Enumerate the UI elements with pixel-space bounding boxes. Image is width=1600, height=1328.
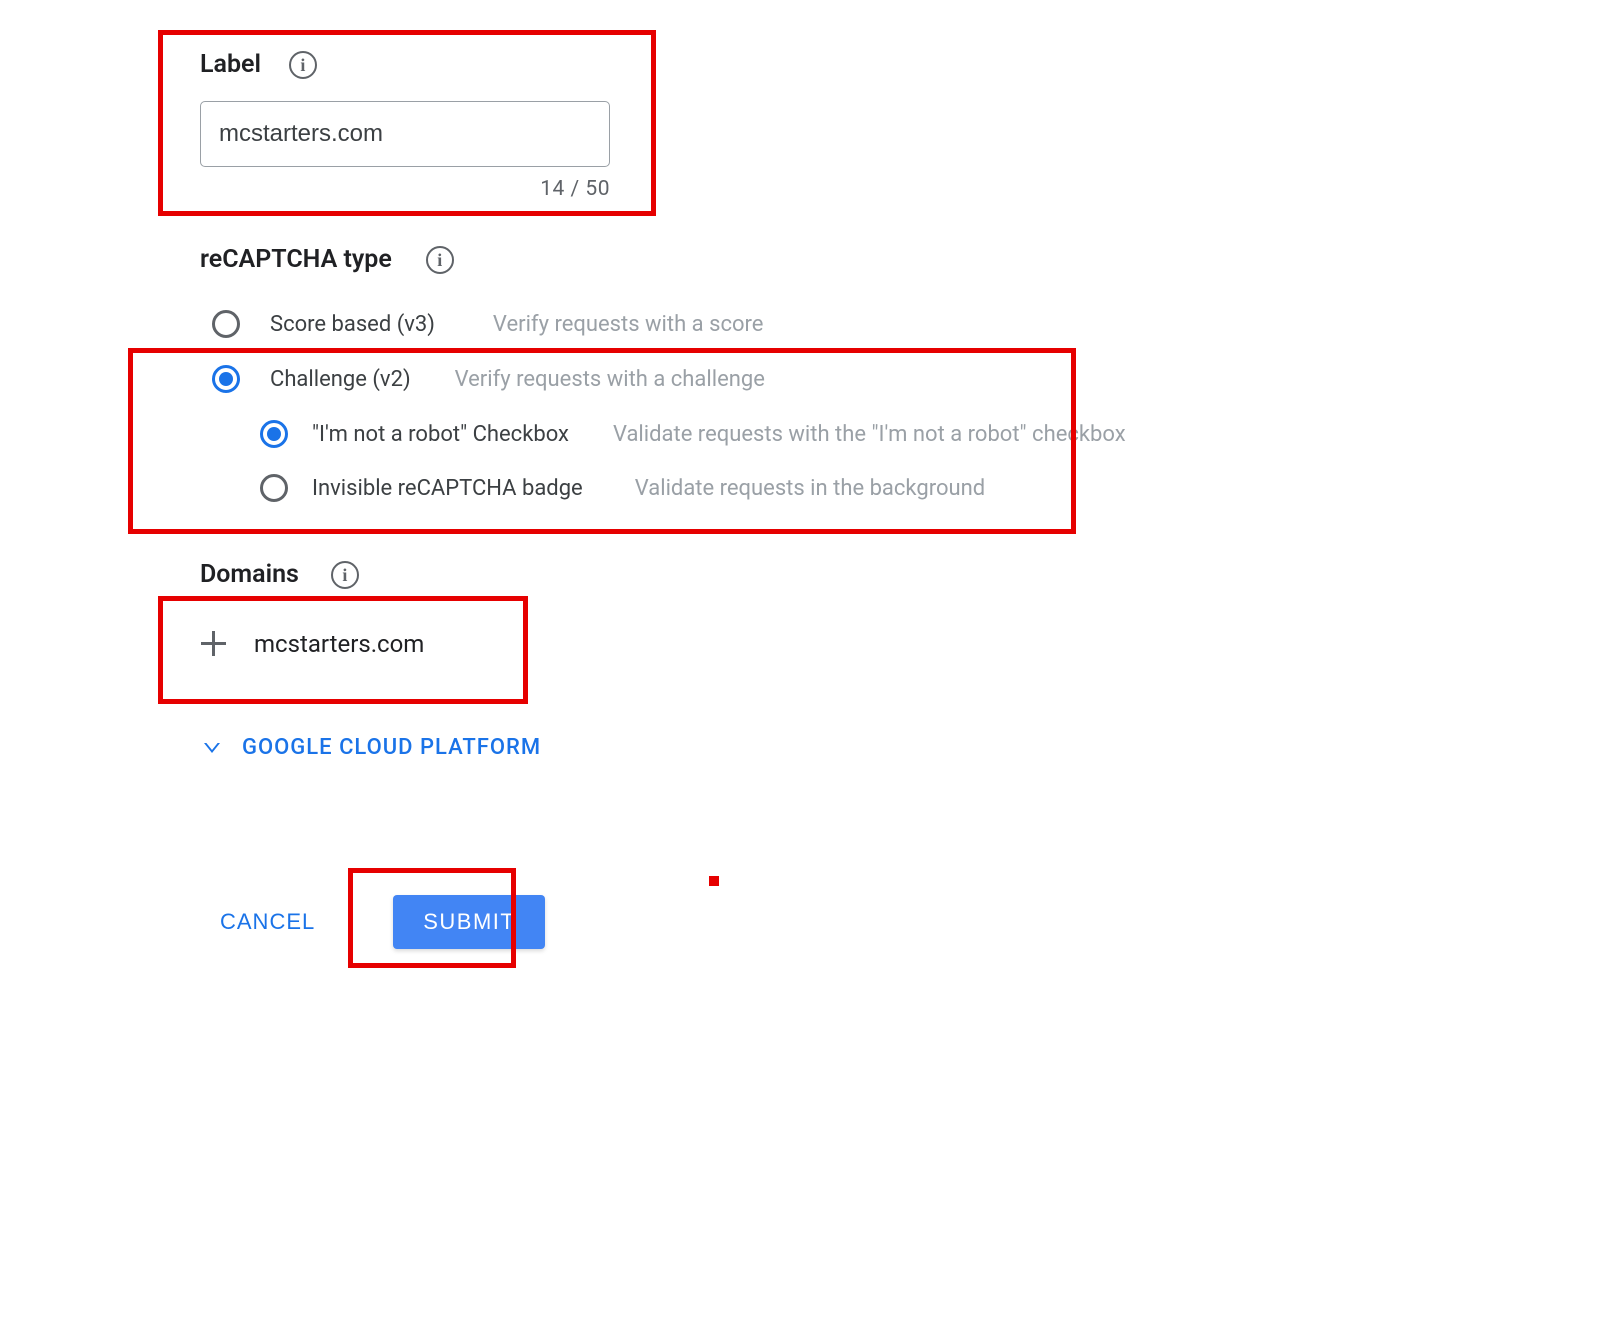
radio-icon xyxy=(212,365,240,393)
label-heading: Label xyxy=(200,50,261,79)
radio-desc: Verify requests with a score xyxy=(493,312,764,337)
recaptcha-register-form: Label 14 / 50 reCAPTCHA type Score based… xyxy=(0,0,1600,1328)
form-actions: CANCEL SUBMIT xyxy=(220,895,545,949)
info-icon[interactable] xyxy=(426,246,454,274)
recaptcha-type-heading: reCAPTCHA type xyxy=(200,245,392,274)
cancel-button[interactable]: CANCEL xyxy=(220,909,315,935)
plus-icon xyxy=(200,630,228,658)
submit-button[interactable]: SUBMIT xyxy=(393,895,545,949)
radio-desc: Validate requests in the background xyxy=(635,476,985,501)
radio-label: Challenge (v2) xyxy=(270,367,411,392)
radio-icon xyxy=(260,420,288,448)
radio-icon xyxy=(212,310,240,338)
annotation-highlight xyxy=(709,876,719,886)
recaptcha-type-section: reCAPTCHA type xyxy=(200,245,454,274)
radio-suboption-checkbox[interactable]: "I'm not a robot" Checkbox Validate requ… xyxy=(260,420,1126,448)
radio-option-score-v3[interactable]: Score based (v3) Verify requests with a … xyxy=(212,310,763,338)
gcp-expander[interactable]: GOOGLE CLOUD PLATFORM xyxy=(204,735,541,760)
info-icon[interactable] xyxy=(289,51,317,79)
radio-suboption-invisible[interactable]: Invisible reCAPTCHA badge Validate reque… xyxy=(260,474,985,502)
domains-heading: Domains xyxy=(200,560,299,589)
domains-section: Domains xyxy=(200,560,359,589)
label-char-counter: 14 / 50 xyxy=(200,177,610,201)
radio-option-challenge-v2[interactable]: Challenge (v2) Verify requests with a ch… xyxy=(212,365,765,393)
radio-label: Score based (v3) xyxy=(270,312,435,337)
radio-desc: Validate requests with the "I'm not a ro… xyxy=(613,422,1126,447)
add-domain-row[interactable]: mcstarters.com xyxy=(200,630,424,658)
info-icon[interactable] xyxy=(331,561,359,589)
label-section: Label 14 / 50 xyxy=(200,50,610,201)
gcp-label: GOOGLE CLOUD PLATFORM xyxy=(242,735,541,760)
radio-label: Invisible reCAPTCHA badge xyxy=(312,476,583,501)
domain-value: mcstarters.com xyxy=(254,630,424,658)
radio-icon xyxy=(260,474,288,502)
radio-label: "I'm not a robot" Checkbox xyxy=(312,422,569,447)
label-input[interactable] xyxy=(200,101,610,167)
chevron-down-icon xyxy=(204,743,220,753)
radio-desc: Verify requests with a challenge xyxy=(455,367,765,392)
